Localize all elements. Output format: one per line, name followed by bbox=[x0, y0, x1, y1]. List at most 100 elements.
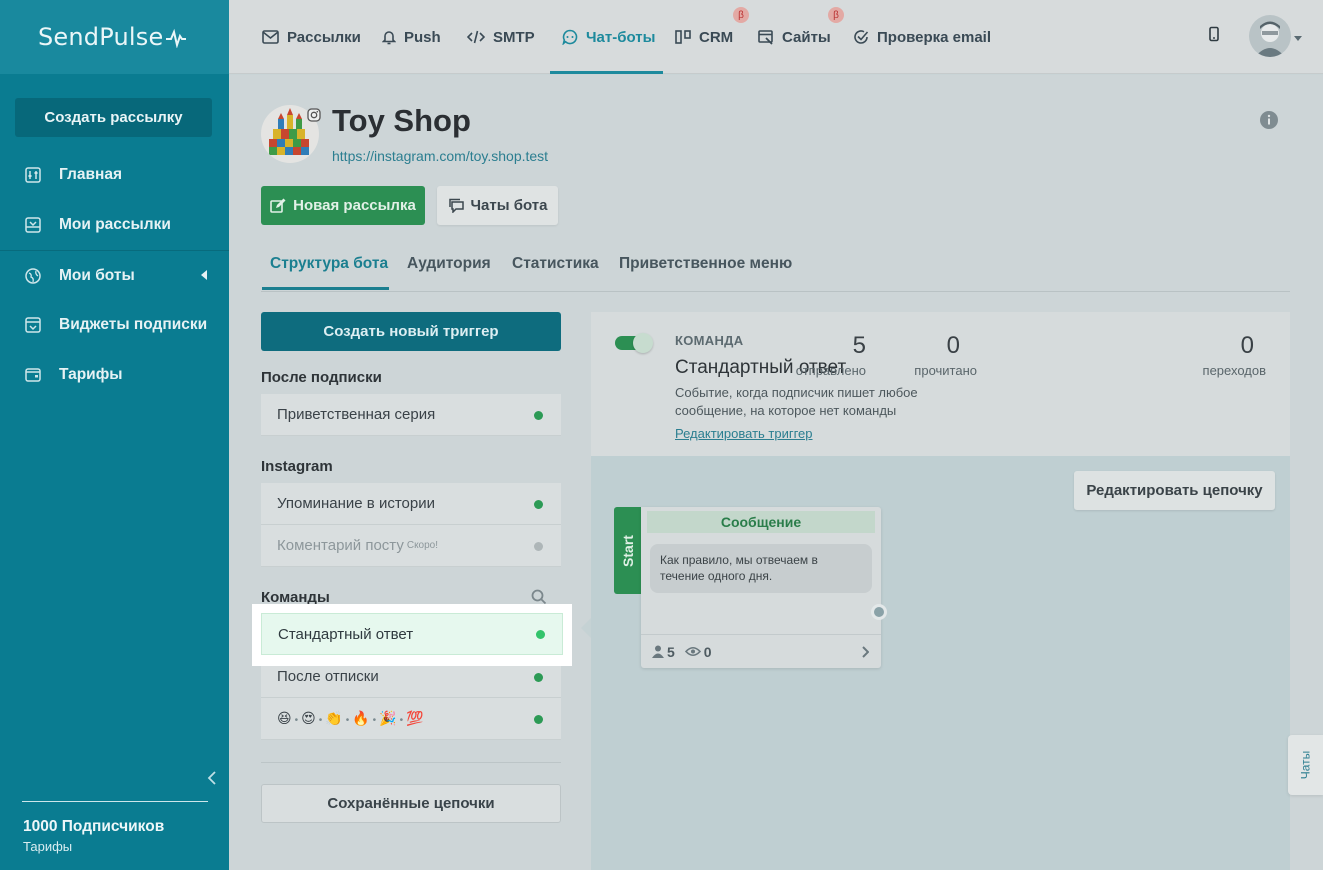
trigger-description: Событие, когда подписчик пишет любое соо… bbox=[675, 385, 918, 418]
sidebar-item-label: Виджеты подписки bbox=[59, 316, 208, 333]
edit-chain-button[interactable]: Редактировать цепочку bbox=[1074, 471, 1275, 510]
bot-name: Toy Shop bbox=[332, 103, 471, 138]
highlight-slot: Стандартный ответ bbox=[252, 604, 572, 666]
trigger-standard-reply-inner: Стандартный ответ bbox=[261, 613, 563, 655]
tab-bot-structure[interactable]: Структура бота bbox=[270, 255, 388, 273]
inbox-icon bbox=[24, 216, 42, 234]
message-block-header: Сообщение bbox=[647, 511, 875, 533]
logo-bar: SendPulse bbox=[0, 0, 229, 74]
start-marker: Start bbox=[614, 507, 641, 594]
trigger-list: Создать новый триггер После подписки При… bbox=[252, 312, 572, 823]
check-circle-icon bbox=[853, 29, 869, 45]
caret-left-icon bbox=[201, 270, 207, 280]
chat-bubbles-icon bbox=[448, 198, 465, 213]
info-icon[interactable] bbox=[1259, 110, 1279, 130]
trigger-toggle[interactable] bbox=[615, 333, 653, 353]
avatar[interactable] bbox=[1249, 15, 1291, 57]
sidebar-divider bbox=[22, 801, 208, 802]
pulse-icon bbox=[166, 28, 187, 48]
connection-port[interactable] bbox=[871, 604, 887, 620]
topnav-sites[interactable]: Сайты bbox=[758, 0, 831, 74]
tab-audience[interactable]: Аудитория bbox=[407, 255, 491, 273]
edit-icon bbox=[270, 198, 286, 214]
sidebar-item-label: Тарифы bbox=[59, 366, 123, 383]
message-block[interactable]: Сообщение Как правило, мы отвечаем в теч… bbox=[641, 507, 887, 668]
sidebar-item-label: Мои боты bbox=[59, 266, 135, 284]
sidebar-item-tariffs[interactable]: Тарифы bbox=[0, 350, 229, 400]
eye-icon bbox=[684, 646, 701, 657]
bot-chats-button[interactable]: Чаты бота bbox=[437, 186, 558, 225]
tab-welcome-menu[interactable]: Приветственное меню bbox=[619, 255, 792, 273]
wallet-icon bbox=[24, 366, 42, 384]
sidebar-item-my-bots[interactable]: Мои боты bbox=[0, 250, 229, 300]
trigger-standard-reply[interactable]: Стандартный ответ bbox=[252, 604, 572, 666]
tariffs-link[interactable]: Тарифы bbox=[23, 839, 72, 854]
topnav-crm[interactable]: CRM bbox=[675, 0, 733, 74]
tab-statistics[interactable]: Статистика bbox=[512, 255, 599, 273]
emoji-command-label: 😆 • 😍 • 👏 • 🔥 • 🎉 • 💯 bbox=[277, 710, 424, 726]
topnav-email-check[interactable]: Проверка email bbox=[853, 0, 991, 74]
saved-chains-button[interactable]: Сохранённые цепочки bbox=[261, 784, 561, 823]
topnav-chatbots[interactable]: Чат-боты bbox=[549, 0, 664, 74]
message-bubble: Как правило, мы отвечаем в течение одног… bbox=[650, 544, 872, 593]
chevron-right-icon[interactable] bbox=[861, 646, 869, 658]
collapse-sidebar-icon[interactable] bbox=[205, 770, 219, 786]
topnav-smtp[interactable]: SMTP bbox=[467, 0, 535, 74]
stat-clicks: 0 переходов bbox=[1202, 332, 1266, 378]
trigger-post-comment: Коментарий посту Скоро! bbox=[261, 525, 561, 567]
status-dot bbox=[534, 542, 543, 551]
search-icon[interactable] bbox=[531, 589, 547, 605]
site-icon bbox=[758, 29, 774, 45]
beta-badge: β bbox=[828, 7, 844, 23]
trigger-list-divider bbox=[261, 762, 561, 763]
views-count-badge: 0 bbox=[703, 643, 712, 660]
panel-pointer bbox=[581, 618, 591, 638]
chat-bot-icon bbox=[562, 29, 578, 45]
main-area: Рассылки Push SMTP Чат-боты CRM β Сайты … bbox=[229, 0, 1323, 870]
status-dot bbox=[534, 673, 543, 682]
stat-sent: 5 отправлено bbox=[795, 332, 866, 378]
widget-icon bbox=[24, 316, 42, 334]
sliders-icon bbox=[24, 166, 42, 184]
beta-badge: β bbox=[733, 7, 749, 23]
logo[interactable]: SendPulse bbox=[38, 23, 187, 51]
envelope-icon bbox=[262, 30, 279, 44]
create-trigger-button[interactable]: Создать новый триггер bbox=[261, 312, 561, 351]
section-after-subscribe: После подписки bbox=[261, 369, 382, 386]
instagram-icon bbox=[307, 108, 321, 122]
crm-icon bbox=[675, 30, 691, 44]
user-icon bbox=[652, 645, 664, 658]
bot-tabs: Структура бота Аудитория Статистика Прив… bbox=[261, 243, 1290, 292]
sidebar-nav: Главная Мои рассылки Мои боты Виджеты по… bbox=[0, 150, 229, 400]
status-dot bbox=[534, 411, 543, 420]
phone-icon[interactable] bbox=[1208, 26, 1220, 42]
sidebar: SendPulse Создать рассылку Главная Мои р… bbox=[0, 0, 229, 870]
sidebar-item-home[interactable]: Главная bbox=[0, 150, 229, 200]
edit-trigger-link[interactable]: Редактировать триггер bbox=[675, 426, 813, 441]
bot-url-link[interactable]: https://instagram.com/toy.shop.test bbox=[332, 148, 548, 164]
status-dot bbox=[536, 630, 545, 639]
sidebar-item-label: Главная bbox=[59, 166, 123, 183]
bot-content: Toy Shop https://instagram.com/toy.shop.… bbox=[229, 75, 1323, 870]
soon-badge: Скоро! bbox=[406, 540, 439, 551]
chats-side-tab[interactable]: Чаты bbox=[1288, 735, 1323, 795]
subscribers-count[interactable]: 1000 Подписчиков bbox=[23, 818, 164, 836]
trigger-story-mention[interactable]: Упоминание в истории bbox=[261, 483, 561, 525]
sidebar-item-widgets[interactable]: Виджеты подписки bbox=[0, 300, 229, 350]
section-instagram: Instagram bbox=[261, 458, 333, 475]
new-campaign-button[interactable]: Новая рассылка bbox=[261, 186, 425, 225]
message-block-footer: 5 0 bbox=[641, 634, 881, 668]
avatar-dropdown-icon[interactable] bbox=[1294, 36, 1302, 41]
create-campaign-button[interactable]: Создать рассылку bbox=[15, 98, 212, 137]
trigger-emoji-command[interactable]: 😆 • 😍 • 👏 • 🔥 • 🎉 • 💯 bbox=[261, 698, 561, 740]
active-tab-underline bbox=[262, 287, 389, 290]
bell-icon bbox=[382, 29, 396, 45]
sidebar-item-my-campaigns[interactable]: Мои рассылки bbox=[0, 200, 229, 250]
topnav-campaigns[interactable]: Рассылки bbox=[262, 0, 361, 74]
subscribers-count-badge: 5 bbox=[667, 643, 675, 660]
topnav-push[interactable]: Push bbox=[382, 0, 441, 74]
trigger-detail-header: КОМАНДА Стандартный ответ Событие, когда… bbox=[591, 312, 1290, 456]
code-icon bbox=[467, 30, 485, 44]
trigger-detail-panel: КОМАНДА Стандартный ответ Событие, когда… bbox=[581, 312, 1290, 870]
trigger-welcome-series[interactable]: Приветственная серия bbox=[261, 394, 561, 436]
